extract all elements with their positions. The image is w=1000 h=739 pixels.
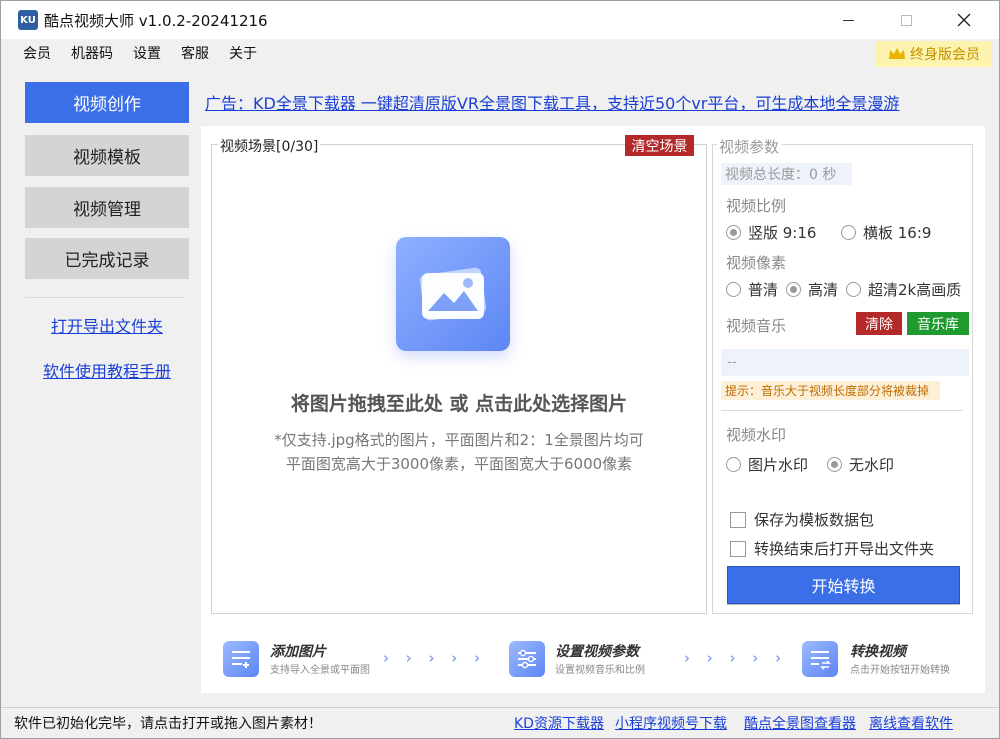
open-export-folder-link[interactable]: 打开导出文件夹	[25, 313, 189, 337]
window-title: 酷点视频大师 v1.0.2-20241216	[44, 11, 268, 30]
ratio-landscape-radio[interactable]: 横板 16:9	[841, 222, 931, 243]
radio-selected-icon	[726, 225, 741, 240]
maximize-icon	[900, 14, 912, 26]
status-bar: 软件已初始化完毕，请点击打开或拖入图片素材！ KD资源下载器 小程序视频号下载 …	[1, 707, 999, 738]
title-bar: KU 酷点视频大师 v1.0.2-20241216	[1, 1, 999, 39]
step-convert-title: 转换视频	[850, 644, 906, 660]
step-add-image-title: 添加图片	[270, 644, 326, 660]
menu-settings[interactable]: 设置	[123, 39, 171, 69]
maximize-button[interactable]	[877, 1, 935, 39]
menu-member[interactable]: 会员	[13, 39, 61, 69]
ratio-portrait-label: 竖版 9:16	[748, 224, 817, 242]
scene-drop-area[interactable]	[211, 144, 707, 614]
sidebar-video-create[interactable]: 视频创作	[25, 82, 189, 123]
step-add-image-subtitle: 支持导入全景或平面图	[270, 665, 370, 676]
radio-unselected-icon	[726, 457, 741, 472]
status-message: 软件已初始化完毕，请点击打开或拖入图片素材！	[14, 716, 322, 732]
pixel-hd-label: 高清	[808, 281, 839, 299]
checkbox-icon	[730, 540, 746, 557]
image-placeholder-icon[interactable]	[396, 237, 510, 351]
step-arrows-2: › › › › ›	[684, 649, 788, 667]
ad-link[interactable]: 广告：KD全景下载器 一键超清原版VR全景图下载工具，支持近50个vr平台，可生…	[205, 90, 975, 114]
sidebar-divider	[25, 297, 184, 298]
radio-selected-icon	[786, 282, 801, 297]
drop-hint-note-2: 平面图宽高大于3000像素，平面图宽大于6000像素	[285, 455, 633, 473]
pixel-standard-radio[interactable]: 普清	[726, 279, 778, 300]
radio-selected-icon	[827, 457, 842, 472]
music-path-field[interactable]: --	[721, 349, 969, 376]
pixel-hd-radio[interactable]: 高清	[786, 279, 838, 300]
step-settings-title: 设置视频参数	[555, 644, 639, 660]
radio-unselected-icon	[726, 282, 741, 297]
params-legend: 视频参数	[717, 136, 782, 157]
menu-bar: 会员 机器码 设置 客服 关于 终身版会员	[1, 39, 999, 69]
save-template-checkbox[interactable]: 保存为模板数据包	[730, 509, 874, 530]
pixel-2k-radio[interactable]: 超清2k高画质	[846, 279, 961, 300]
video-length-readout: 视频总长度：0 秒	[721, 163, 852, 185]
status-link-panorama-viewer[interactable]: 酷点全景图查看器	[744, 713, 856, 733]
step-convert-subtitle: 点击开始按钮开始转换	[850, 665, 950, 676]
menu-about[interactable]: 关于	[219, 39, 267, 69]
checkbox-icon	[730, 511, 746, 528]
status-link-offline-viewer[interactable]: 离线查看软件	[869, 713, 953, 733]
add-image-step-icon	[223, 641, 259, 677]
status-link-kd-downloader[interactable]: KD资源下载器	[514, 713, 604, 733]
ratio-landscape-label: 横板 16:9	[863, 224, 932, 242]
pixel-2k-label: 超清2k高画质	[868, 281, 962, 299]
tutorial-manual-link[interactable]: 软件使用教程手册	[25, 358, 189, 382]
step-arrows-1: › › › › ›	[383, 649, 487, 667]
ratio-portrait-radio[interactable]: 竖版 9:16	[726, 222, 816, 243]
music-clear-button[interactable]: 清除	[856, 312, 902, 335]
watermark-image-radio[interactable]: 图片水印	[726, 454, 808, 475]
sidebar-completed-records[interactable]: 已完成记录	[25, 238, 189, 279]
clear-scene-button[interactable]: 清空场景	[625, 135, 694, 156]
watermark-image-label: 图片水印	[748, 456, 809, 474]
vip-label: 终身版会员	[910, 47, 980, 63]
convert-step-icon	[802, 641, 838, 677]
picture-icon	[419, 267, 487, 321]
scene-legend: 视频场景[0/30]	[218, 136, 321, 156]
open-folder-after-label: 转换结束后打开导出文件夹	[754, 540, 935, 558]
app-window: KU 酷点视频大师 v1.0.2-20241216 会员 机器码 设置 客服 关…	[0, 0, 1000, 739]
ratio-label: 视频比例	[726, 197, 787, 215]
radio-unselected-icon	[846, 282, 861, 297]
step-settings-subtitle: 设置视频音乐和比例	[555, 665, 645, 676]
drop-hint-note-1: *仅支持.jpg格式的图片，平面图片和2：1全景图片均可	[274, 431, 644, 449]
open-folder-after-checkbox[interactable]: 转换结束后打开导出文件夹	[730, 538, 934, 559]
watermark-label: 视频水印	[726, 426, 787, 444]
pixel-standard-label: 普清	[748, 281, 779, 299]
drop-hint-title: 将图片拖拽至此处 或 点击此处选择图片	[290, 393, 628, 415]
radio-unselected-icon	[841, 225, 856, 240]
watermark-none-radio[interactable]: 无水印	[827, 454, 894, 475]
minimize-icon	[842, 19, 854, 21]
close-button[interactable]	[935, 1, 993, 39]
close-icon	[957, 13, 971, 27]
music-tip: 提示：音乐大于视频长度部分将被裁掉	[721, 381, 940, 400]
menu-machine-code[interactable]: 机器码	[61, 39, 123, 69]
crown-icon	[889, 48, 905, 59]
sidebar-video-manage[interactable]: 视频管理	[25, 187, 189, 228]
watermark-none-label: 无水印	[849, 456, 895, 474]
params-divider	[721, 410, 963, 411]
start-convert-button[interactable]: 开始转换	[727, 566, 960, 604]
music-label: 视频音乐	[726, 317, 787, 335]
vip-badge[interactable]: 终身版会员	[876, 41, 992, 67]
status-link-miniprogram[interactable]: 小程序视频号下载	[615, 713, 727, 733]
sidebar-video-template[interactable]: 视频模板	[25, 135, 189, 176]
minimize-button[interactable]	[819, 1, 877, 39]
app-logo-icon: KU	[18, 10, 38, 30]
music-library-button[interactable]: 音乐库	[907, 312, 969, 335]
pixel-label: 视频像素	[726, 254, 787, 272]
save-template-label: 保存为模板数据包	[754, 511, 875, 529]
settings-step-icon	[509, 641, 545, 677]
menu-support[interactable]: 客服	[171, 39, 219, 69]
